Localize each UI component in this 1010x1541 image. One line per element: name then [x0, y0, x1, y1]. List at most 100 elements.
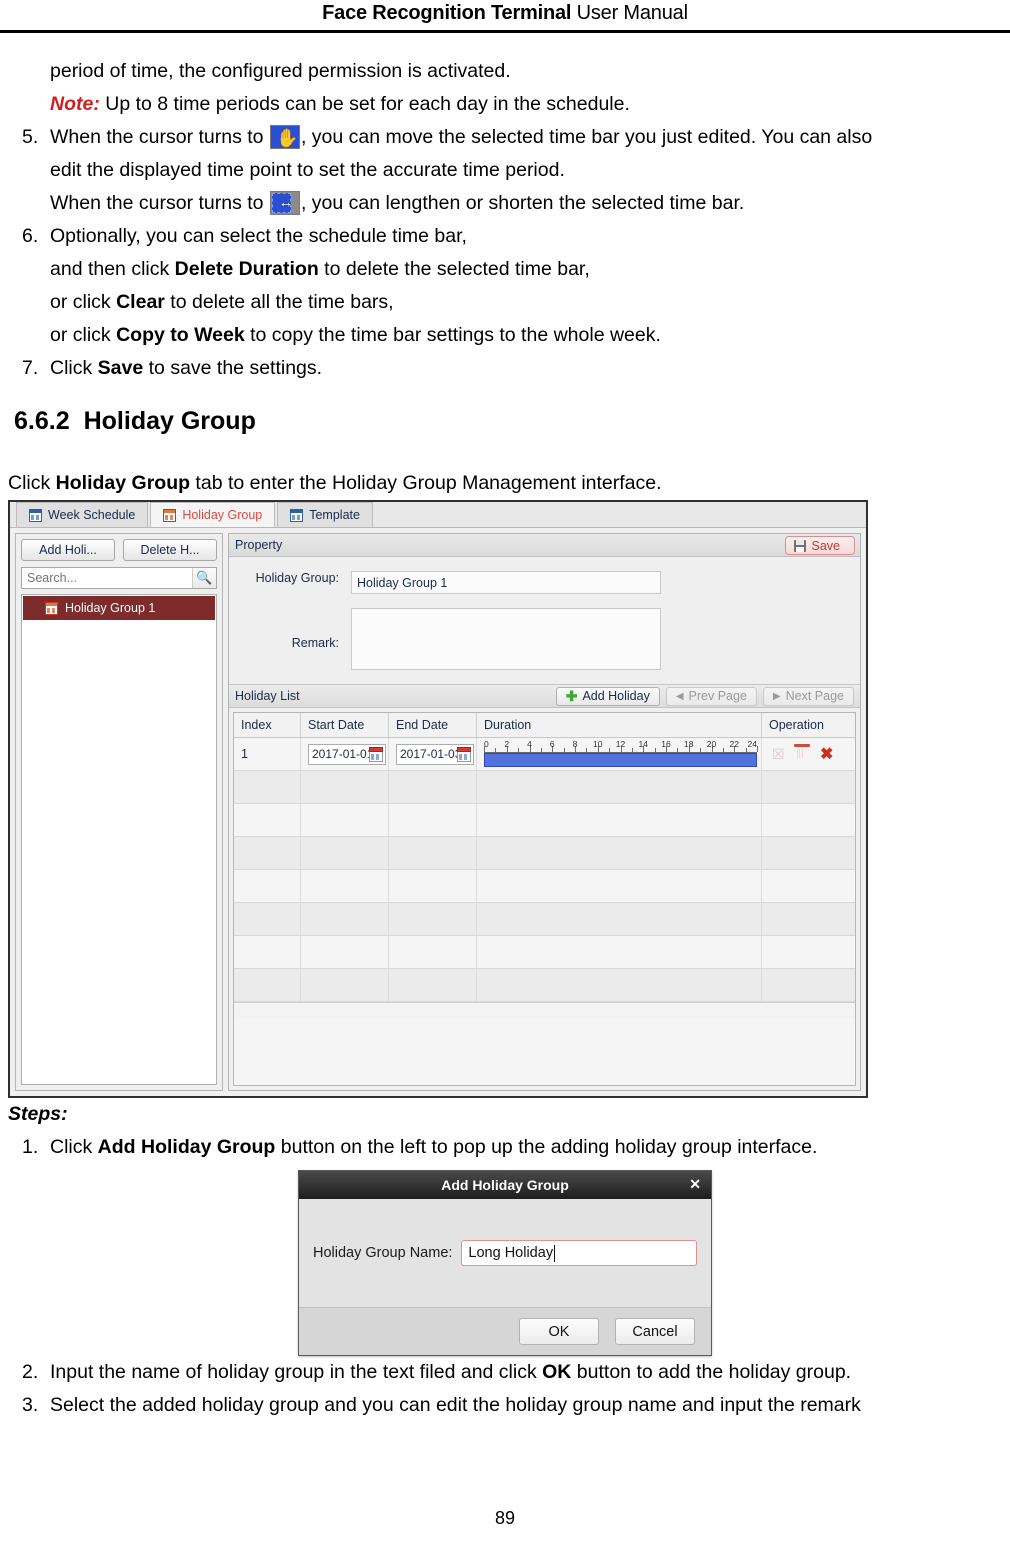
cell-start-date[interactable]: 2017-01-01	[300, 738, 388, 770]
ruler-label: 16	[661, 738, 671, 749]
step6-line-d: or click Copy to Week to copy the time b…	[50, 319, 1002, 352]
holiday-group-name-field[interactable]: Long Holiday	[461, 1240, 697, 1266]
section-heading: 6.6.2 Holiday Group	[8, 407, 1002, 436]
cell-empty	[300, 870, 388, 902]
table-row[interactable]	[234, 969, 855, 1002]
cancel-button[interactable]: Cancel	[615, 1318, 695, 1345]
holiday-group-list[interactable]: Holiday Group 1	[21, 594, 217, 1085]
holiday-group-name-value: Long Holiday	[468, 1245, 554, 1261]
calendar-icon	[45, 601, 58, 615]
ruler-label: 6	[549, 738, 555, 749]
column-header-duration: Duration	[476, 713, 761, 737]
remark-input[interactable]	[351, 608, 661, 670]
copy-to-week-keyword: Copy to Week	[116, 324, 245, 346]
note-label: Note:	[50, 93, 100, 115]
holiday-group-name-input[interactable]: Holiday Group 1	[351, 571, 661, 594]
ruler-tick	[586, 747, 588, 752]
screenshot-body: Add Holi... Delete H... 🔍 Holiday Group …	[10, 528, 866, 1096]
list-item-step5-cont1: edit the displayed time point to set the…	[8, 154, 1002, 187]
duration-timeline[interactable]: 0 2 4 6 8 10 12 14 16 18 20 22 24	[484, 738, 758, 769]
tab-holiday-group[interactable]: Holiday Group	[150, 502, 276, 527]
table-row[interactable]: 1 2017-01-01 2017-01-03 0 2 4 6 8 10 12 …	[234, 738, 855, 771]
cell-empty	[300, 969, 388, 1001]
list-item-step6-cont2: or click Clear to delete all the time ba…	[8, 286, 1002, 319]
prev-page-button[interactable]: ◀ Prev Page	[665, 686, 757, 706]
table-footer	[234, 1002, 855, 1018]
intro-text-a1: Click	[8, 472, 56, 494]
table-row[interactable]	[234, 804, 855, 837]
ruler-label: 18	[684, 738, 694, 749]
ruler-label: 2	[504, 738, 510, 749]
ruler-tick	[757, 745, 758, 752]
magnifier-icon[interactable]: 🔍	[192, 568, 216, 588]
ruler-label: 0	[484, 738, 489, 749]
end-date-input[interactable]: 2017-01-03	[396, 743, 474, 765]
add-holiday-button[interactable]: ✚ Add Holiday	[555, 686, 660, 706]
cell-empty	[234, 969, 300, 1001]
calendar-icon	[29, 508, 42, 522]
step7-text-a3: to save the settings.	[143, 357, 323, 379]
calendar-picker-icon[interactable]	[369, 746, 383, 762]
step6-text-c1: or click	[50, 291, 117, 313]
table-row[interactable]	[234, 771, 855, 804]
table-header-row: Index Start Date End Date Duration Opera…	[234, 713, 855, 738]
ok-button[interactable]: OK	[519, 1318, 599, 1345]
start-date-input[interactable]: 2017-01-01	[308, 743, 386, 765]
holiday-group-item-label: Holiday Group 1	[65, 601, 156, 615]
cell-empty	[234, 903, 300, 935]
cell-end-date[interactable]: 2017-01-03	[388, 738, 476, 770]
next-page-button[interactable]: ▶ Next Page	[762, 686, 854, 706]
holiday-group-keyword: Holiday Group	[55, 472, 191, 494]
step1-text-a1: Click	[50, 1136, 98, 1158]
tab-week-schedule[interactable]: Week Schedule	[16, 502, 149, 527]
search-row[interactable]: 🔍	[21, 567, 217, 589]
ruler-tick	[677, 747, 679, 752]
list-item[interactable]: Holiday Group 1	[23, 596, 215, 620]
delete-x-icon[interactable]: ✖	[820, 746, 835, 762]
list-item-step2: 2. Input the name of holiday group in th…	[8, 1356, 1002, 1389]
search-input[interactable]	[22, 568, 192, 588]
cell-duration[interactable]: 0 2 4 6 8 10 12 14 16 18 20 22 24	[476, 738, 761, 770]
delete-holiday-group-button[interactable]: Delete H...	[123, 539, 217, 561]
step7-text-a1: Click	[50, 357, 98, 379]
ruler-tick	[518, 747, 520, 752]
duration-bar[interactable]	[484, 752, 757, 767]
table-row[interactable]	[234, 837, 855, 870]
list-item-step6-cont1: and then click Delete Duration to delete…	[8, 253, 1002, 286]
step3-number: 3.	[22, 1394, 39, 1416]
cell-empty	[388, 870, 476, 902]
horizontal-resize-cursor-icon: ↔	[269, 191, 300, 215]
table-row[interactable]	[234, 936, 855, 969]
next-page-label: Next Page	[785, 689, 844, 703]
cell-empty	[476, 870, 761, 902]
cell-operation: ☒ ✖	[761, 738, 855, 770]
tab-template[interactable]: Template	[277, 502, 373, 527]
ruler-tick	[609, 747, 611, 752]
cell-empty	[234, 837, 300, 869]
cell-empty	[300, 837, 388, 869]
step6-text-c3: to delete all the time bars,	[164, 291, 394, 313]
step5-text-d: When the cursor turns to	[50, 192, 269, 214]
property-section-header: Property Save	[229, 534, 860, 557]
document-body-lower: Steps: 1. Click Add Holiday Group button…	[0, 1098, 1010, 1164]
dialog-title: Add Holiday Group	[441, 1177, 569, 1193]
step6-cont1-gutter	[8, 253, 50, 286]
save-button[interactable]: Save	[784, 536, 855, 555]
holiday-list-header: Holiday List ✚ Add Holiday ◀ Prev Page ▶…	[229, 684, 860, 708]
step7-number: 7.	[22, 357, 39, 379]
close-icon[interactable]: ✕	[689, 1176, 701, 1192]
add-holiday-group-button[interactable]: Add Holi...	[21, 539, 115, 561]
cell-empty	[388, 771, 476, 803]
calendar-picker-icon[interactable]	[457, 746, 471, 762]
step5-cont1-gutter	[8, 154, 50, 187]
trash-icon[interactable]	[796, 747, 811, 762]
step1-text-a3: button on the left to pop up the adding …	[275, 1136, 818, 1158]
table-row[interactable]	[234, 903, 855, 936]
cell-empty	[388, 903, 476, 935]
save-keyword: Save	[97, 357, 144, 379]
table-row[interactable]	[234, 870, 855, 903]
add-holiday-label: Add Holiday	[582, 689, 650, 703]
step6-text-b3: to delete the selected time bar,	[318, 258, 590, 280]
cell-empty	[476, 771, 761, 803]
section-heading-text: Holiday Group	[83, 407, 256, 435]
